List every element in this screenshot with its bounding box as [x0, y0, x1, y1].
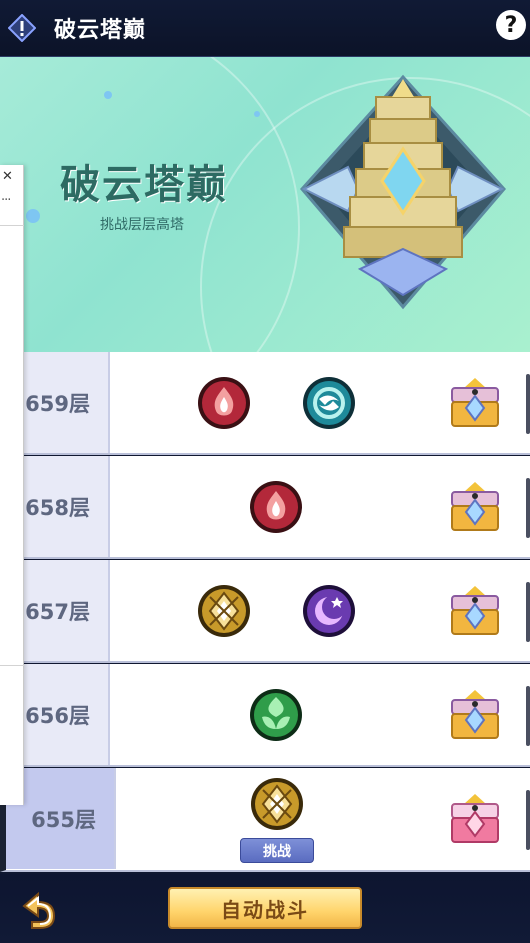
pyro-element-icon	[198, 377, 250, 429]
decor-dot	[26, 209, 40, 223]
tower-banner: 破云塔巅 挑战层层高塔	[0, 57, 530, 352]
floor-row-current[interactable]: 655层 挑战	[0, 768, 530, 872]
electro-element-icon	[303, 585, 355, 637]
scroll-edge	[526, 478, 530, 538]
geo-element-icon	[251, 778, 303, 830]
auto-battle-button[interactable]: 自动战斗	[168, 887, 362, 929]
tower-emblem-icon	[300, 74, 506, 310]
top-bar: 破云塔巅 ?	[0, 0, 530, 57]
close-icon[interactable]: ✕	[2, 169, 13, 184]
scroll-edge	[526, 582, 530, 642]
decor-dot	[254, 111, 260, 117]
page-title: 破云塔巅	[54, 18, 147, 43]
floor-row[interactable]: 659层	[0, 352, 530, 455]
banner-title: 破云塔巅	[60, 162, 228, 208]
back-arrow-icon[interactable]	[10, 884, 60, 934]
decor-dot	[104, 91, 112, 99]
more-icon[interactable]: ···	[1, 193, 11, 208]
floor-row[interactable]: 658层	[0, 456, 530, 559]
info-icon[interactable]	[8, 14, 36, 42]
banner-subtitle: 挑战层层高塔	[100, 217, 184, 233]
geo-element-icon	[198, 585, 250, 637]
help-button[interactable]: ?	[496, 10, 526, 40]
divider	[0, 225, 24, 226]
divider	[0, 665, 24, 666]
challenge-button[interactable]: 挑战	[240, 838, 314, 863]
treasure-chest-icon[interactable]	[446, 790, 504, 848]
scroll-edge	[526, 790, 530, 850]
treasure-chest-icon[interactable]	[446, 686, 504, 744]
floor-list: 659层 658层 657层 656层 655层 挑战	[0, 352, 530, 872]
treasure-chest-icon[interactable]	[446, 374, 504, 432]
treasure-chest-icon[interactable]	[446, 582, 504, 640]
floor-row[interactable]: 657层	[0, 560, 530, 663]
scroll-edge	[526, 686, 530, 746]
pyro-element-icon	[250, 481, 302, 533]
dendro-element-icon	[250, 689, 302, 741]
treasure-chest-icon[interactable]	[446, 478, 504, 536]
side-overlay-panel: ✕ ···	[0, 165, 24, 805]
floor-row[interactable]: 656层	[0, 664, 530, 767]
bottom-bar: 自动战斗	[0, 874, 530, 943]
anemo-element-icon	[303, 377, 355, 429]
scroll-edge	[526, 374, 530, 434]
